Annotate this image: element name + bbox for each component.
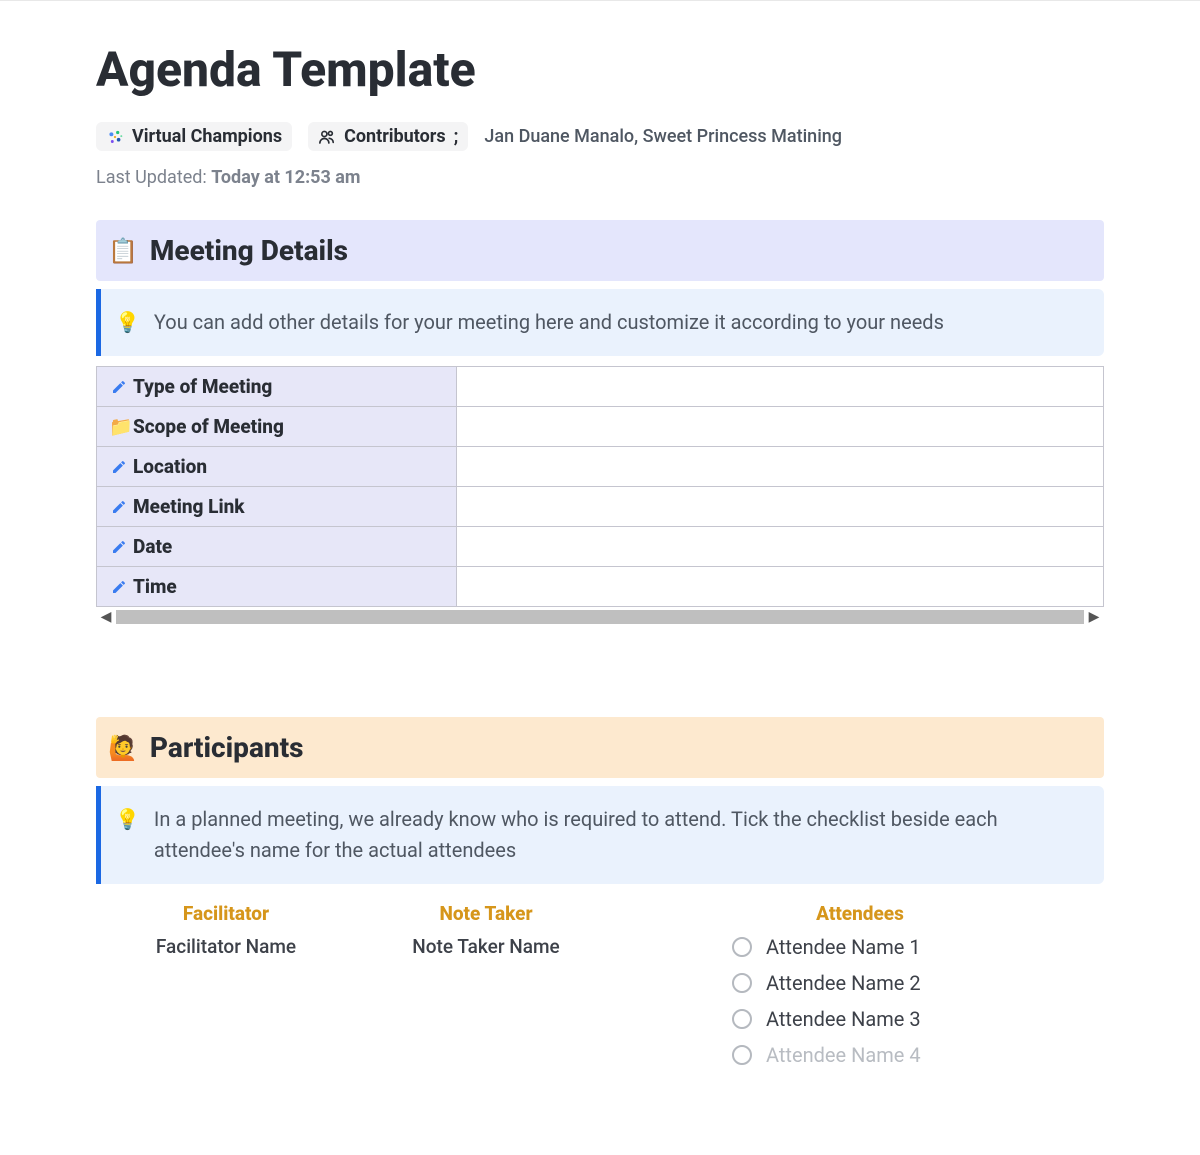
last-updated-value: Today at 12:53 am <box>211 167 360 188</box>
contributors-sep: ; <box>454 126 459 147</box>
detail-label-cell: Date <box>97 527 457 567</box>
participants-callout: 💡 In a planned meeting, we already know … <box>96 786 1104 884</box>
detail-label-cell: Time <box>97 567 457 607</box>
last-updated: Last Updated: Today at 12:53 am <box>96 167 1104 188</box>
scroll-left-icon[interactable]: ◀ <box>96 607 116 627</box>
pencil-icon <box>109 535 129 558</box>
notepad-icon: 📋 <box>108 237 138 265</box>
detail-label-cell: Location <box>97 447 457 487</box>
meeting-details-header: 📋 Meeting Details <box>96 220 1104 281</box>
attendees-label: Attendees <box>616 902 1104 925</box>
participants-columns: Facilitator Facilitator Name Note Taker … <box>96 902 1104 1067</box>
pencil-icon <box>109 455 129 478</box>
detail-label: Date <box>133 535 172 558</box>
attendee-row: Attendee Name 3 <box>732 1007 921 1031</box>
attendee-checkbox[interactable] <box>732 937 752 957</box>
detail-value-cell[interactable] <box>457 487 1104 527</box>
contributors-tag[interactable]: Contributors; <box>308 122 468 151</box>
org-tag[interactable]: Virtual Champions <box>96 122 292 151</box>
pencil-icon <box>109 575 129 598</box>
bulb-icon: 💡 <box>115 307 140 338</box>
document: Agenda Template Virtual Champions Contri… <box>0 0 1200 1087</box>
facilitator-name[interactable]: Facilitator Name <box>96 935 356 958</box>
notetaker-column: Note Taker Note Taker Name <box>356 902 616 1067</box>
table-row: Location <box>97 447 1104 487</box>
pencil-icon <box>109 495 129 518</box>
detail-label: Meeting Link <box>133 495 245 518</box>
detail-value-cell[interactable] <box>457 447 1104 487</box>
participants-header: 🙋 Participants <box>96 717 1104 778</box>
meeting-details-title: Meeting Details <box>150 234 348 267</box>
detail-label: Time <box>133 575 177 598</box>
raised-hand-icon: 🙋 <box>108 734 138 762</box>
attendee-checkbox[interactable] <box>732 1045 752 1065</box>
attendee-row: Attendee Name 4 <box>732 1043 921 1067</box>
facilitator-label: Facilitator <box>96 902 356 925</box>
attendee-row: Attendee Name 2 <box>732 971 921 995</box>
table-row: Time <box>97 567 1104 607</box>
detail-label-cell: Meeting Link <box>97 487 457 527</box>
horizontal-scrollbar[interactable]: ◀ ▶ <box>96 607 1104 627</box>
contributors-label: Contributors <box>344 126 446 147</box>
bulb-icon: 💡 <box>115 804 140 835</box>
detail-label-cell: Type of Meeting <box>97 367 457 407</box>
notetaker-name[interactable]: Note Taker Name <box>356 935 616 958</box>
attendee-name[interactable]: Attendee Name 1 <box>766 935 921 959</box>
attendee-row: Attendee Name 1 <box>732 935 921 959</box>
meeting-details-table: Type of Meeting📁Scope of MeetingLocation… <box>96 366 1104 607</box>
table-row: Meeting Link <box>97 487 1104 527</box>
table-row: Type of Meeting <box>97 367 1104 407</box>
table-row: Date <box>97 527 1104 567</box>
detail-label: Scope of Meeting <box>133 415 284 438</box>
attendees-column: Attendees Attendee Name 1 Attendee Name 2… <box>616 902 1104 1067</box>
facilitator-column: Facilitator Facilitator Name <box>96 902 356 1067</box>
contributors-icon <box>318 128 336 146</box>
attendee-name[interactable]: Attendee Name 3 <box>766 1007 921 1031</box>
table-row: 📁Scope of Meeting <box>97 407 1104 447</box>
attendee-name[interactable]: Attendee Name 2 <box>766 971 921 995</box>
last-updated-label: Last Updated: <box>96 167 207 188</box>
page-title: Agenda Template <box>96 41 1104 98</box>
meeting-details-callout: 💡 You can add other details for your mee… <box>96 289 1104 356</box>
pencil-icon <box>109 375 129 398</box>
attendee-checkbox[interactable] <box>732 1009 752 1029</box>
attendee-checkbox[interactable] <box>732 973 752 993</box>
participants-title: Participants <box>150 731 304 764</box>
org-logo-icon <box>106 128 124 146</box>
attendee-name[interactable]: Attendee Name 4 <box>766 1043 921 1067</box>
scroll-right-icon[interactable]: ▶ <box>1084 607 1104 627</box>
meta-row: Virtual Champions Contributors; Jan Duan… <box>96 122 1104 151</box>
detail-value-cell[interactable] <box>457 407 1104 447</box>
detail-label-cell: 📁Scope of Meeting <box>97 407 457 447</box>
contributors-names: Jan Duane Manalo, Sweet Princess Matinin… <box>484 126 842 147</box>
detail-value-cell[interactable] <box>457 367 1104 407</box>
detail-label: Location <box>133 455 207 478</box>
scroll-track[interactable] <box>116 610 1084 624</box>
detail-value-cell[interactable] <box>457 567 1104 607</box>
notetaker-label: Note Taker <box>356 902 616 925</box>
participants-callout-text: In a planned meeting, we already know wh… <box>154 804 1090 866</box>
meeting-details-callout-text: You can add other details for your meeti… <box>154 307 944 338</box>
org-name: Virtual Champions <box>132 126 282 147</box>
folder-icon: 📁 <box>109 415 129 438</box>
detail-label: Type of Meeting <box>133 375 272 398</box>
detail-value-cell[interactable] <box>457 527 1104 567</box>
